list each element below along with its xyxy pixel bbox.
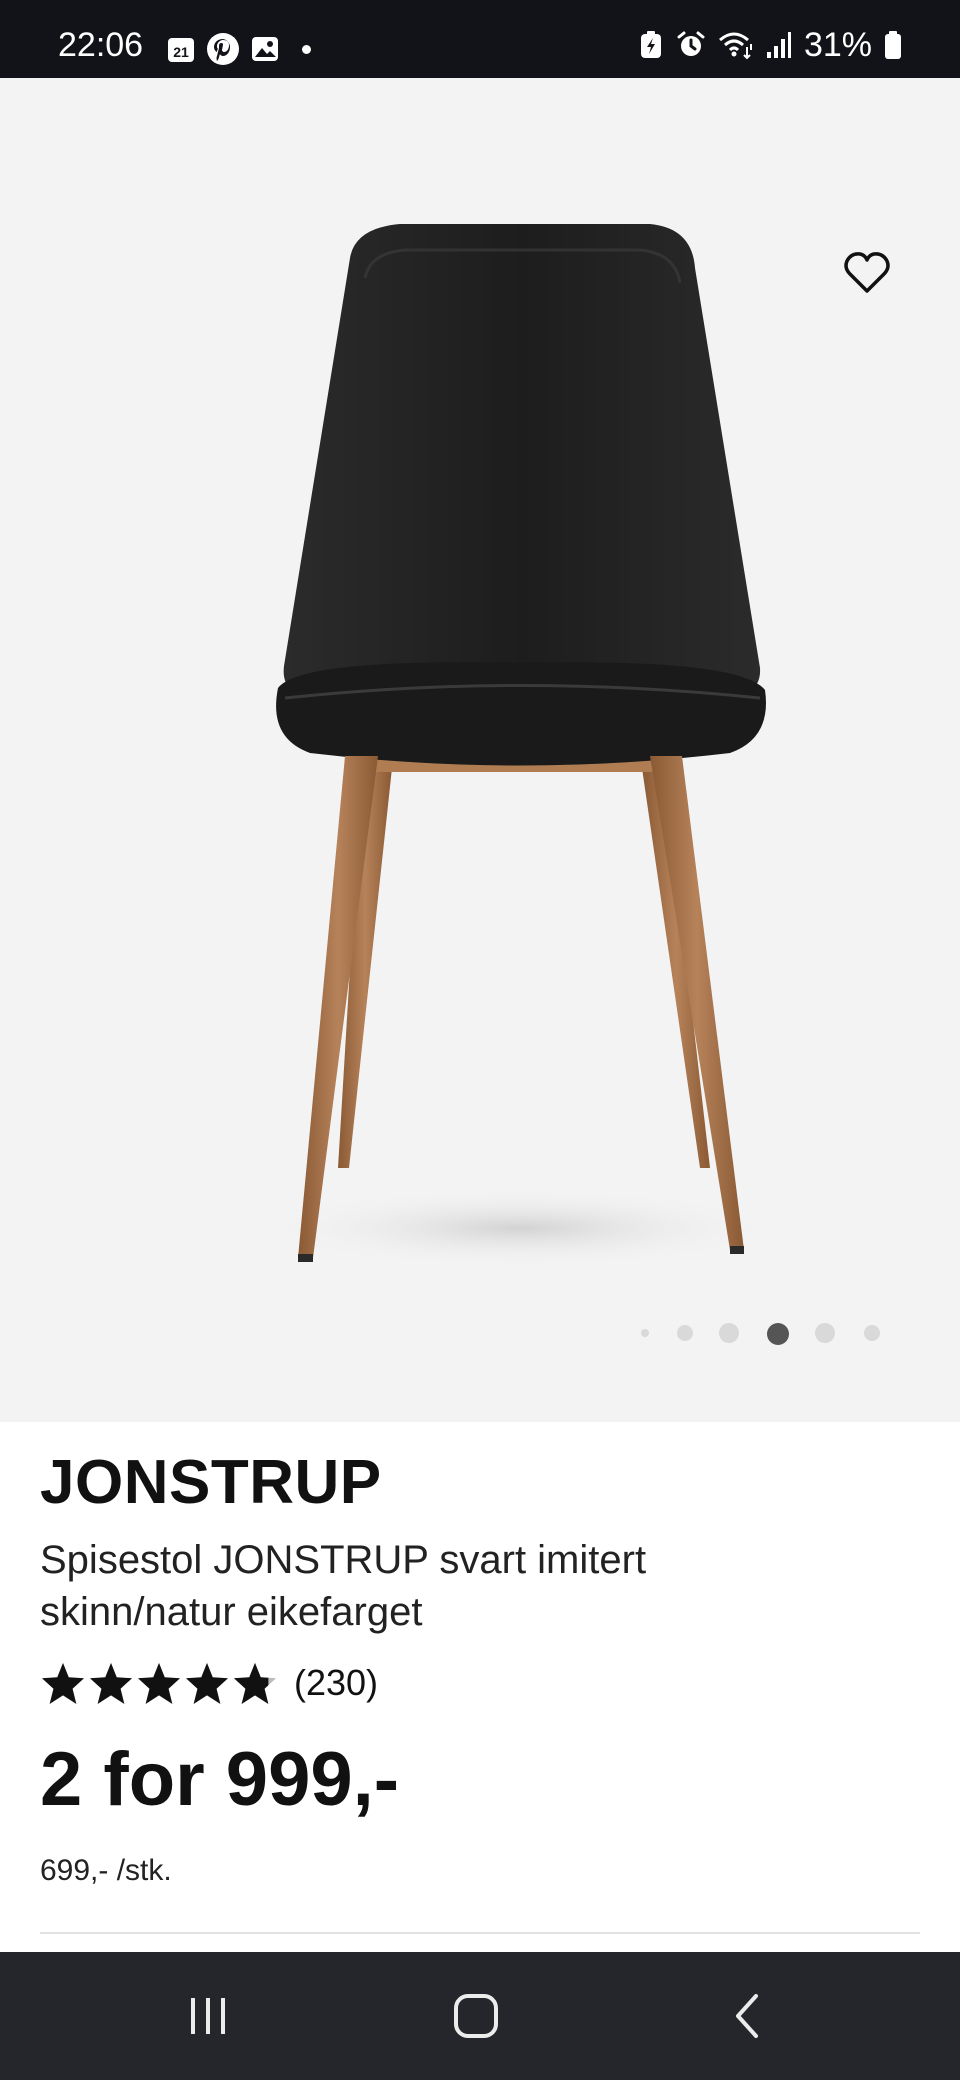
star-icon (41, 1662, 85, 1705)
home-icon (454, 1994, 498, 2038)
battery-percent: 31% (803, 26, 872, 64)
product-brand: JONSTRUP (40, 1448, 382, 1517)
star-icon (185, 1662, 229, 1705)
back-button[interactable] (678, 1952, 818, 2080)
product-price: 2 for 999,- (40, 1737, 400, 1822)
divider (40, 1932, 920, 1934)
carousel-dot[interactable] (641, 1329, 649, 1337)
signal-icon (766, 32, 791, 58)
wishlist-button[interactable] (840, 246, 894, 300)
battery-icon (885, 31, 901, 59)
carousel-dot[interactable] (864, 1325, 880, 1341)
star-icon (89, 1662, 133, 1705)
wifi-icon (718, 32, 752, 60)
product-image[interactable] (0, 78, 960, 1422)
recents-icon (191, 1998, 225, 2034)
carousel-dot[interactable] (815, 1323, 835, 1343)
gallery-icon (252, 37, 278, 61)
product-subtitle: Spisestol JONSTRUP svart imitert skinn/n… (40, 1538, 647, 1634)
calendar-icon: 21 (168, 38, 194, 62)
screen: 22:06 21 31% JONSTRUP Spisestol JONSTRUP… (0, 0, 960, 2080)
rating-stars (40, 1661, 278, 1705)
home-button[interactable] (406, 1952, 546, 2080)
notification-dot (302, 44, 311, 54)
calendar-day: 21 (173, 44, 189, 60)
back-icon (736, 1994, 758, 2038)
unit-price: 699,- /stk. (40, 1854, 172, 1887)
status-bar: 22:06 21 31% (0, 0, 960, 78)
carousel-dot[interactable] (719, 1323, 739, 1343)
rating[interactable]: (230) (40, 1658, 378, 1708)
heart-outline-icon (844, 252, 890, 293)
star-icon (137, 1662, 181, 1705)
star-partial-icon (233, 1662, 277, 1705)
status-right-icons: 31% (638, 28, 902, 62)
alarm-icon (677, 31, 705, 56)
carousel-dot[interactable] (677, 1325, 693, 1341)
carousel-dots (0, 1318, 960, 1348)
pinterest-icon (207, 33, 239, 65)
status-left-icons: 21 (166, 32, 311, 66)
status-time: 22:06 (58, 26, 144, 64)
battery-saver-icon (640, 31, 661, 58)
carousel-dot-active[interactable] (767, 1323, 789, 1345)
review-count[interactable]: (230) (294, 1662, 378, 1704)
chair-image (260, 224, 780, 1268)
system-navbar (0, 1952, 960, 2080)
recents-button[interactable] (138, 1952, 278, 2080)
